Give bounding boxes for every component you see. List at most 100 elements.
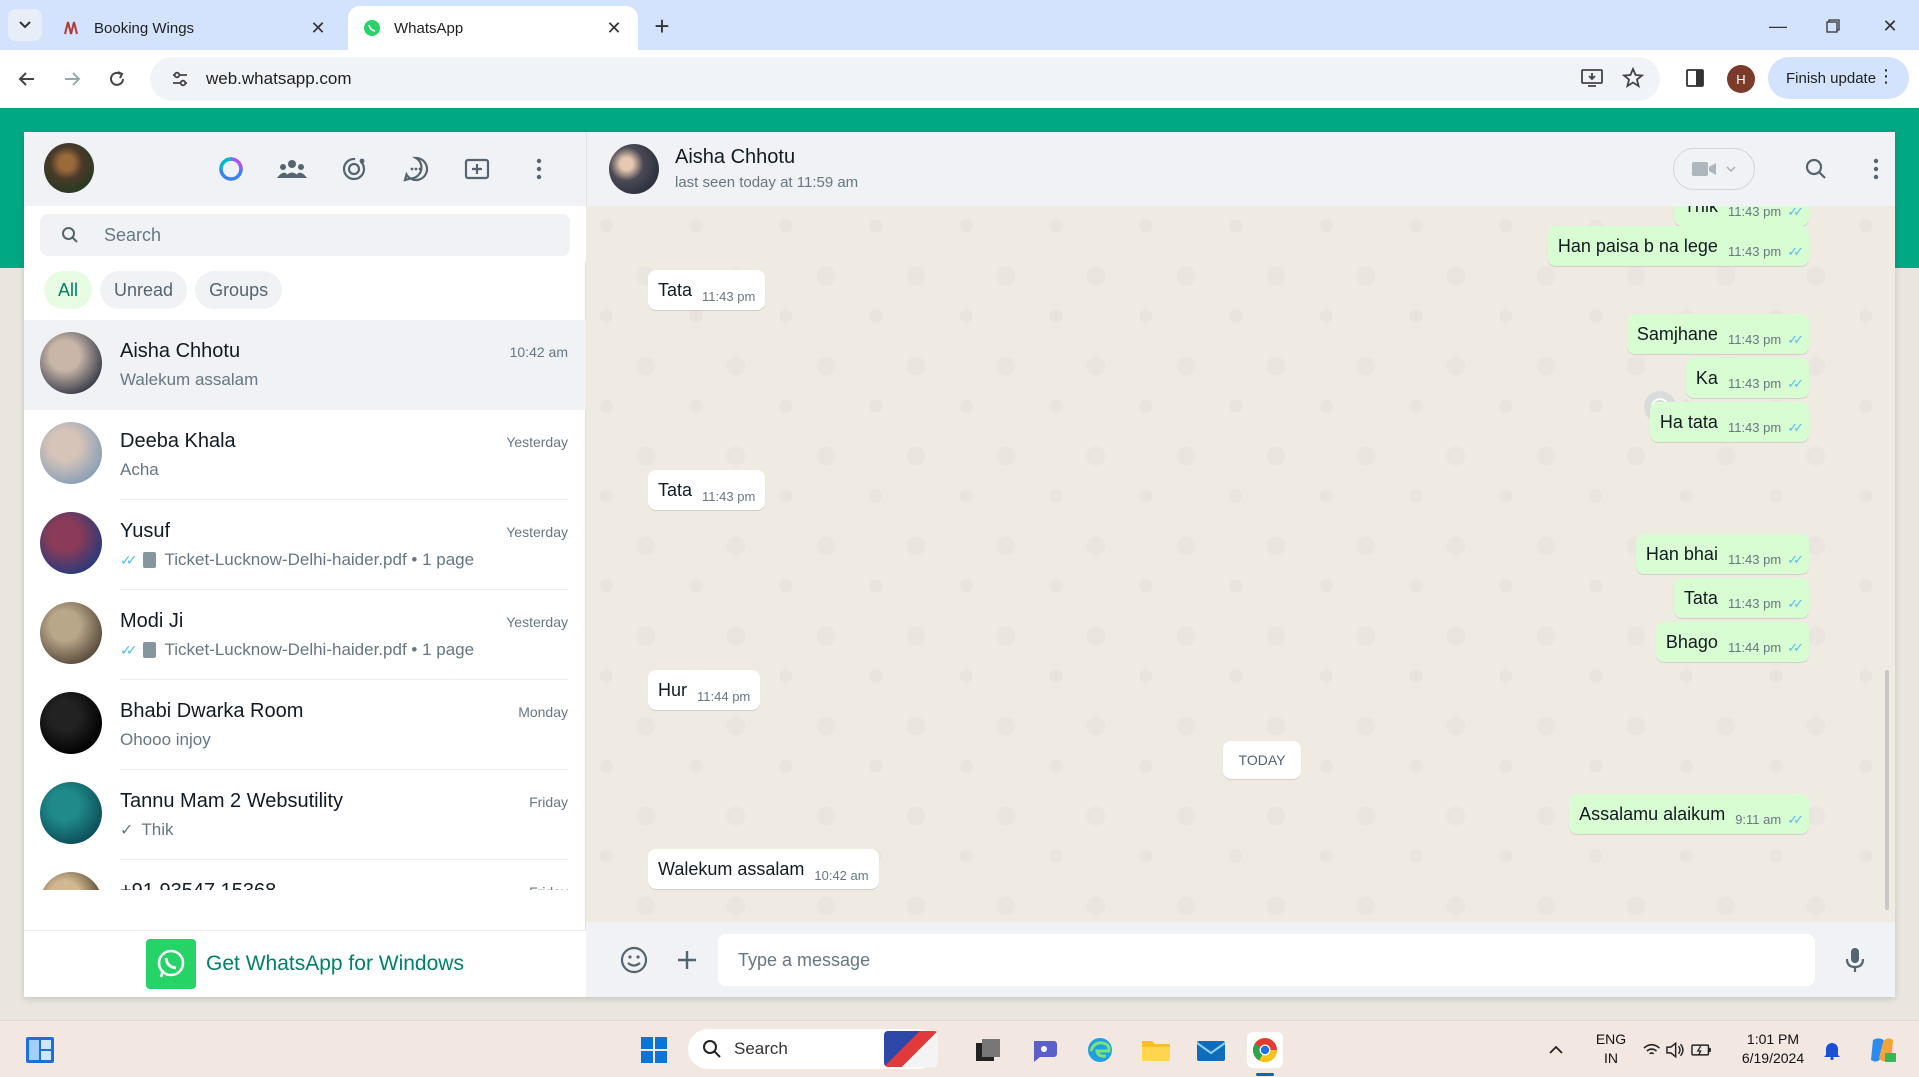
filter-unread[interactable]: Unread <box>100 271 188 309</box>
reload-icon[interactable] <box>102 64 132 94</box>
finish-update-button[interactable]: Finish update ⋮ <box>1768 57 1909 99</box>
new-chat-icon[interactable] <box>460 152 494 186</box>
message-time: 11:44 pm <box>697 689 751 704</box>
notifications-bell-icon[interactable] <box>1818 1032 1846 1068</box>
filter-all[interactable]: All <box>44 271 93 309</box>
message-text: Bhago <box>1665 632 1718 652</box>
single-tick-icon: ✓ <box>120 822 134 839</box>
filter-groups[interactable]: Groups <box>195 271 283 309</box>
double-tick-icon: ✓✓ <box>120 641 138 658</box>
chat-list-item[interactable]: Deeba Khala Yesterday Acha <box>24 410 586 500</box>
chat-name: Tannu Mam 2 Websutility <box>120 790 344 812</box>
forward-icon[interactable] <box>57 64 87 94</box>
incoming-message[interactable]: Tata 11:43 pm <box>648 470 766 510</box>
search-row <box>24 206 586 262</box>
mail-icon[interactable] <box>1193 1032 1229 1068</box>
conversation-menu-icon[interactable] <box>1859 152 1893 186</box>
show-hidden-icons-icon[interactable] <box>1542 1032 1570 1068</box>
outgoing-message[interactable]: Tata 11:43 pm ✓✓ <box>1673 578 1809 618</box>
minimize-icon[interactable]: — <box>1758 12 1798 40</box>
install-app-icon[interactable] <box>1574 60 1610 96</box>
contact-avatar[interactable] <box>609 144 659 194</box>
side-panel-icon[interactable] <box>1677 60 1713 96</box>
emoji-icon[interactable] <box>616 942 652 978</box>
outgoing-message[interactable]: Bhago 11:44 pm ✓✓ <box>1655 622 1809 662</box>
chat-item-body: Tannu Mam 2 Websutility Friday ✓ Thik <box>120 770 568 860</box>
chat-list-item[interactable]: Bhabi Dwarka Room Monday Ohooo injoy <box>24 680 586 770</box>
clock[interactable]: 1:01 PM 6/19/2024 <box>1728 1030 1818 1068</box>
microphone-icon[interactable] <box>1837 942 1873 978</box>
chat-list-item[interactable]: Aisha Chhotu 10:42 am Walekum assalam <box>24 320 586 410</box>
windows-taskbar: Search ENG IN 1:01 PM 6/19/2024 <box>0 1020 1919 1077</box>
chrome-icon[interactable] <box>1247 1032 1283 1068</box>
incoming-message[interactable]: Tata 11:43 pm <box>648 270 766 310</box>
close-tab-icon[interactable]: ✕ <box>604 18 624 38</box>
chat-list: Aisha Chhotu 10:42 am Walekum assalam Deeba… <box>24 320 586 890</box>
outgoing-message[interactable]: Ha tata 11:43 pm ✓✓ <box>1649 402 1809 442</box>
message-scrollbar[interactable] <box>1885 670 1889 910</box>
bookmark-star-icon[interactable] <box>1615 60 1651 96</box>
channels-icon[interactable] <box>399 152 433 186</box>
chat-list-item[interactable]: Yusuf Yesterday ✓✓ Ticket-Lucknow-Delhi-hai… <box>24 500 586 590</box>
close-window-icon[interactable]: ✕ <box>1870 12 1910 40</box>
chat-list-item[interactable]: +91 93547 15368Friday✓Aaj to hum kam ke … <box>24 860 586 890</box>
meta-ai-icon[interactable] <box>214 152 248 186</box>
incoming-message[interactable]: Hur 11:44 pm <box>648 670 761 710</box>
message-time: 11:43 pm <box>1727 596 1782 611</box>
chat-last-message-text: Ticket-Lucknow-Delhi-haider.pdf • 1 page <box>164 550 475 569</box>
outgoing-message[interactable]: Thik 11:43 pm ✓✓ <box>1673 206 1809 226</box>
back-icon[interactable] <box>12 64 42 94</box>
start-windows-icon[interactable] <box>636 1032 672 1068</box>
outgoing-message[interactable]: Ka 11:43 pm ✓✓ <box>1685 358 1809 398</box>
profile-avatar[interactable]: H <box>1727 65 1755 93</box>
message-time: 11:43 pm <box>1727 420 1782 435</box>
task-view-icon[interactable] <box>970 1032 1006 1068</box>
file-explorer-icon[interactable] <box>1138 1032 1174 1068</box>
chat-time: Yesterday <box>506 434 568 450</box>
site-settings-icon[interactable] <box>160 70 200 88</box>
message-meta: 11:43 pm ✓✓ <box>1728 552 1804 574</box>
message-text: Han bhai <box>1645 544 1718 564</box>
outgoing-message[interactable]: Samjhane 11:43 pm ✓✓ <box>1626 314 1809 354</box>
message-input-box[interactable] <box>718 934 1815 986</box>
edge-icon[interactable] <box>1082 1032 1118 1068</box>
tab-booking-wings[interactable]: Booking Wings ✕ <box>48 6 342 50</box>
attach-plus-icon[interactable] <box>669 942 705 978</box>
message-meta: 11:43 pm ✓✓ <box>1728 206 1804 226</box>
conversation-header[interactable]: Aisha Chhotu last seen today at 11:59 am <box>586 132 1895 206</box>
close-tab-icon[interactable]: ✕ <box>308 18 328 38</box>
language-indicator[interactable]: ENG IN <box>1592 1030 1630 1068</box>
browser-menu-icon[interactable]: ⋮ <box>1877 66 1895 87</box>
communities-icon[interactable] <box>275 152 309 186</box>
menu-icon[interactable] <box>522 152 556 186</box>
outgoing-message[interactable]: Assalamu alaikum 9:11 am ✓✓ <box>1569 794 1809 834</box>
copilot-icon[interactable] <box>1864 1032 1900 1068</box>
chat-avatar <box>40 422 102 484</box>
restore-icon[interactable] <box>1813 12 1853 40</box>
teams-icon[interactable] <box>1026 1032 1062 1068</box>
chat-avatar <box>40 782 102 844</box>
my-profile-avatar[interactable] <box>44 143 94 193</box>
message-input[interactable] <box>738 949 1815 971</box>
address-bar[interactable]: web.whatsapp.com <box>150 57 1660 101</box>
tab-search-button[interactable] <box>8 9 42 41</box>
search-messages-icon[interactable] <box>1799 152 1833 186</box>
get-whatsapp-banner[interactable]: Get WhatsApp for Windows <box>24 930 586 997</box>
outgoing-message[interactable]: Han bhai 11:43 pm ✓✓ <box>1635 534 1809 574</box>
search-box[interactable] <box>40 214 570 256</box>
incoming-message[interactable]: Walekum assalam 10:42 am <box>648 849 879 889</box>
message-meta: 11:43 pm ✓✓ <box>1727 596 1804 618</box>
tab-whatsapp[interactable]: WhatsApp ✕ <box>348 6 638 50</box>
chat-list-item[interactable]: Tannu Mam 2 Websutility Friday ✓ Thik <box>24 770 586 860</box>
outgoing-message[interactable]: Han paisa b na lege 11:43 pm ✓✓ <box>1547 226 1809 266</box>
whatsapp-logo-icon <box>146 939 197 989</box>
new-tab-button[interactable]: + <box>648 11 676 41</box>
status-icon[interactable] <box>337 152 371 186</box>
taskbar-search-box[interactable]: Search <box>688 1029 938 1069</box>
message-time: 11:43 pm <box>1727 244 1782 259</box>
system-tray-icons[interactable] <box>1642 1032 1712 1068</box>
chat-list-item[interactable]: Modi Ji Yesterday ✓✓ Ticket-Lucknow-Delhi-h… <box>24 590 586 680</box>
video-call-button[interactable] <box>1673 148 1755 190</box>
search-input[interactable] <box>104 224 524 246</box>
widgets-icon[interactable] <box>22 1032 58 1068</box>
